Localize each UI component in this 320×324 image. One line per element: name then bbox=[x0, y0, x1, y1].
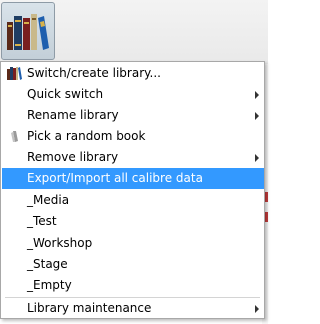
menu-item-label: Quick switch bbox=[27, 87, 104, 101]
books-icon bbox=[7, 67, 22, 80]
menu-item-label: Library maintenance bbox=[27, 301, 152, 315]
menu-item-label: _Media bbox=[27, 193, 70, 207]
menu-item-label: Rename library bbox=[27, 108, 119, 122]
menu-item-switch-create-library[interactable]: Switch/create library... bbox=[2, 63, 264, 84]
library-button[interactable] bbox=[1, 2, 55, 60]
toolbar bbox=[0, 0, 268, 64]
submenu-arrow-icon bbox=[255, 305, 259, 313]
menu-item-label: _Empty bbox=[27, 278, 72, 292]
pick-random-icon bbox=[11, 131, 18, 142]
submenu-arrow-icon bbox=[255, 91, 259, 99]
menu-item-library-stage[interactable]: _Stage bbox=[2, 254, 264, 275]
menu-item-label: _Stage bbox=[27, 257, 68, 271]
menu-item-remove-library[interactable]: Remove library bbox=[2, 147, 264, 168]
menu-item-library-media[interactable]: _Media bbox=[2, 190, 264, 211]
menu-item-label: Switch/create library... bbox=[27, 66, 161, 80]
menu-item-export-import-calibre-data[interactable]: Export/Import all calibre data bbox=[2, 168, 264, 189]
menu-item-rename-library[interactable]: Rename library bbox=[2, 105, 264, 126]
menu-item-label: Remove library bbox=[27, 150, 119, 164]
books-icon bbox=[7, 14, 49, 50]
menu-item-quick-switch[interactable]: Quick switch bbox=[2, 84, 264, 105]
menu-item-library-test[interactable]: _Test bbox=[2, 211, 264, 232]
submenu-arrow-icon bbox=[255, 154, 259, 162]
menu-item-label: _Test bbox=[27, 214, 57, 228]
menu-item-library-empty[interactable]: _Empty bbox=[2, 275, 264, 296]
menu-item-label: Export/Import all calibre data bbox=[27, 171, 203, 185]
menu-item-label: Pick a random book bbox=[27, 129, 146, 143]
menu-item-pick-random-book[interactable]: Pick a random book bbox=[2, 126, 264, 147]
menu-item-library-workshop[interactable]: _Workshop bbox=[2, 233, 264, 254]
submenu-arrow-icon bbox=[255, 112, 259, 120]
menu-item-library-maintenance[interactable]: Library maintenance bbox=[2, 298, 264, 319]
library-menu: Switch/create library... Quick switch Re… bbox=[0, 61, 265, 319]
menu-item-label: _Workshop bbox=[27, 236, 93, 250]
